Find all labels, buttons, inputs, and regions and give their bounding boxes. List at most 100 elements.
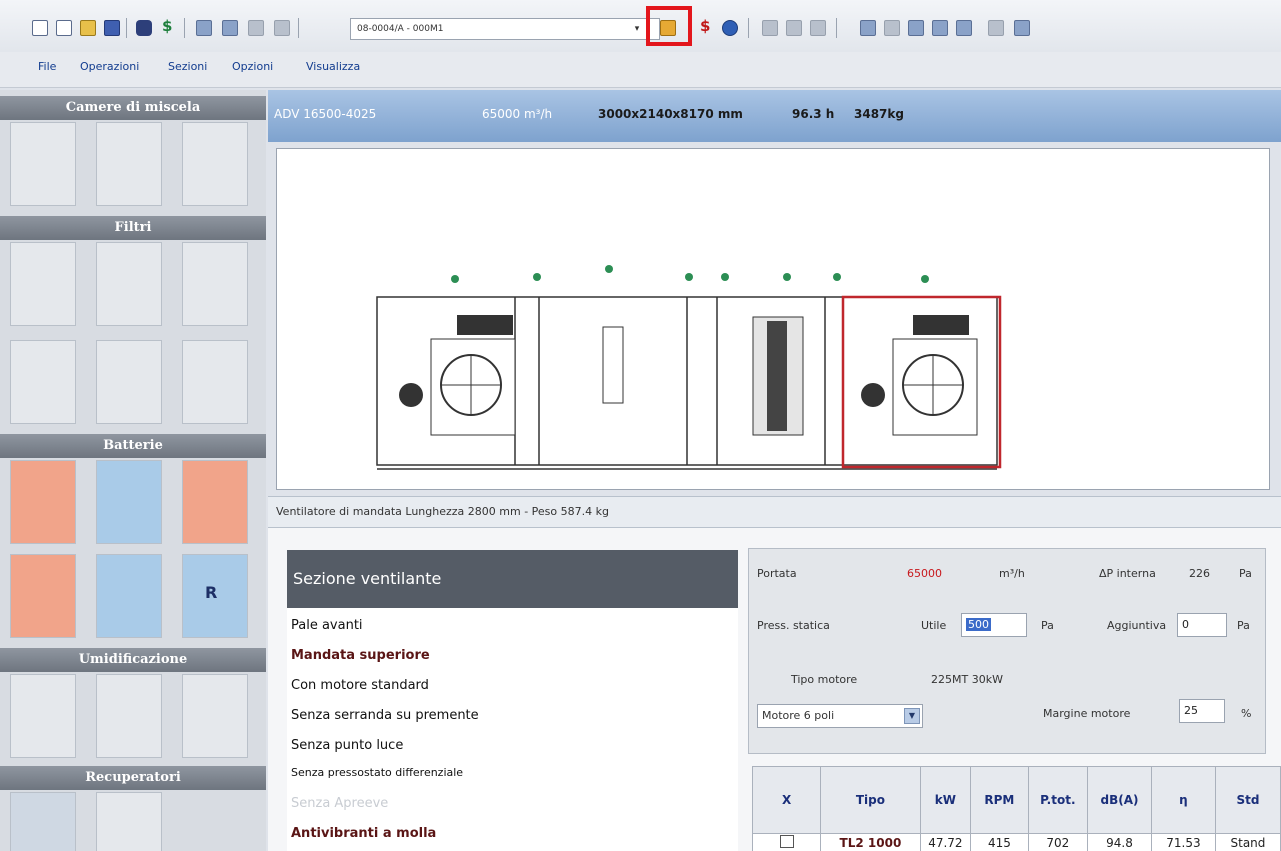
heating-coil-tile[interactable] <box>10 554 76 638</box>
cooling-coil-tile[interactable] <box>96 460 162 544</box>
recuperator-tile[interactable] <box>96 792 162 851</box>
electric-coil-tile[interactable] <box>182 460 248 544</box>
option-motore-standard[interactable]: Con motore standard <box>291 678 429 693</box>
project-combo[interactable]: 08-0004/A - 000M1 <box>350 18 660 40</box>
help-icon[interactable] <box>722 20 738 36</box>
portata-label: Portata <box>757 567 797 580</box>
reheat-coil-tile[interactable]: R <box>182 554 248 638</box>
option-serranda[interactable]: Senza serranda su premente <box>291 708 479 723</box>
humidifier-tile[interactable] <box>96 674 162 758</box>
option-punto-luce[interactable]: Senza punto luce <box>291 738 403 753</box>
unit-model: ADV 16500-4025 <box>274 107 377 121</box>
margine-label: Margine motore <box>1043 707 1131 720</box>
section-detail-text: Ventilatore di mandata Lunghezza 2800 mm… <box>276 505 609 518</box>
portata-value: 65000 <box>907 567 942 580</box>
col-header-tipo[interactable]: Tipo <box>820 766 921 834</box>
application-window: $ 08-0004/A - 000M1 ▾ $ File Operazioni … <box>0 0 1281 851</box>
new-document-icon[interactable] <box>32 20 48 36</box>
tool4-icon[interactable] <box>274 20 290 36</box>
binoculars-icon[interactable] <box>136 20 152 36</box>
heating-coil-tile[interactable] <box>10 460 76 544</box>
utile-input[interactable]: 500 <box>961 613 1027 637</box>
mixing-box-tile[interactable] <box>96 122 162 206</box>
utile-input-value: 500 <box>966 618 991 631</box>
cursor-icon[interactable] <box>988 20 1004 36</box>
col-header-kw[interactable]: kW <box>919 766 972 834</box>
save3-icon[interactable] <box>908 20 924 36</box>
fan-selection-table: X Tipo kW RPM P.tot. dB(A) η Std TL2 100… <box>751 766 1281 851</box>
redo-icon[interactable] <box>810 20 826 36</box>
copy-icon[interactable] <box>860 20 876 36</box>
humidifier-tile[interactable] <box>10 674 76 758</box>
supply-fan-right <box>861 315 978 436</box>
section-options-panel: Sezione ventilante Pale avanti Mandata s… <box>287 550 738 851</box>
stop-icon[interactable] <box>1014 20 1030 36</box>
filter-tile[interactable] <box>96 340 162 424</box>
price-dollar-icon[interactable]: $ <box>700 17 716 35</box>
aggiuntiva-unit: Pa <box>1237 619 1250 632</box>
supply-fan-left <box>399 315 516 436</box>
col-header-rpm[interactable]: RPM <box>970 766 1029 834</box>
connection-markers <box>451 265 929 283</box>
filter-tile[interactable] <box>182 340 248 424</box>
filter-tile[interactable] <box>10 242 76 326</box>
col-header-ptot[interactable]: P.tot. <box>1027 766 1089 834</box>
unit-drawing-area[interactable] <box>276 148 1270 490</box>
option-pressostato[interactable]: Senza pressostato differenziale <box>291 766 463 779</box>
utile-label: Utile <box>921 619 947 632</box>
undo-icon[interactable] <box>786 20 802 36</box>
option-mandata-superiore[interactable]: Mandata superiore <box>291 648 430 663</box>
col-header-x[interactable]: X <box>751 766 822 834</box>
save2-icon[interactable] <box>762 20 778 36</box>
row-select-cell[interactable] <box>751 833 822 851</box>
option-apreeve: Senza Apreeve <box>291 796 389 811</box>
save-icon[interactable] <box>104 20 120 36</box>
wrench-icon[interactable] <box>884 20 900 36</box>
mixing-box-tile[interactable] <box>182 122 248 206</box>
col-header-eta[interactable]: η <box>1150 766 1216 834</box>
zoom-in-icon[interactable] <box>932 20 948 36</box>
menu-sezioni[interactable]: Sezioni <box>168 60 207 73</box>
menu-operazioni[interactable]: Operazioni <box>80 60 139 73</box>
toolbar-separator <box>298 18 299 38</box>
humidifier-tile[interactable] <box>182 674 248 758</box>
col-header-db[interactable]: dB(A) <box>1087 766 1152 834</box>
utile-unit: Pa <box>1041 619 1054 632</box>
open-folder-icon[interactable] <box>80 20 96 36</box>
recuperator-tile[interactable] <box>10 792 76 851</box>
palette-header-filters: Filtri <box>0 216 266 240</box>
table-row[interactable]: TL2 1000 47.72 415 702 94.8 71.53 Stand <box>751 833 1281 851</box>
dollar-icon[interactable]: $ <box>162 17 178 35</box>
menu-opzioni[interactable]: Opzioni <box>232 60 273 73</box>
mixing-box-tile[interactable] <box>10 122 76 206</box>
press-statica-label: Press. statica <box>757 619 830 632</box>
zoom-out-icon[interactable] <box>956 20 972 36</box>
option-pale-avanti[interactable]: Pale avanti <box>291 618 363 633</box>
tool-icon[interactable] <box>196 20 212 36</box>
filter-tile[interactable] <box>182 242 248 326</box>
highlight-box <box>646 6 692 46</box>
motor-select[interactable]: Motore 6 poli ▼ <box>757 704 923 728</box>
ahu-schematic <box>376 265 1002 470</box>
chevron-down-icon[interactable]: ▾ <box>628 18 646 40</box>
aggiuntiva-input[interactable]: 0 <box>1177 613 1227 637</box>
filter-tile[interactable] <box>10 340 76 424</box>
row-checkbox[interactable] <box>779 834 794 848</box>
toolbar-separator <box>836 18 837 38</box>
chevron-down-icon: ▼ <box>904 708 920 724</box>
component-palette: Camere di miscela Filtri Batterie R Umid… <box>0 90 266 851</box>
option-antivibranti[interactable]: Antivibranti a molla <box>291 826 436 841</box>
cooling-coil-tile[interactable] <box>96 554 162 638</box>
tool3-icon[interactable] <box>248 20 264 36</box>
unit-dimensions: 3000x2140x8170 mm <box>598 107 743 121</box>
coil-block <box>767 321 787 431</box>
filter-bank <box>602 326 624 404</box>
menu-visualizza[interactable]: Visualizza <box>306 60 360 73</box>
col-header-std[interactable]: Std <box>1214 766 1281 834</box>
menu-file[interactable]: File <box>38 60 56 73</box>
document-icon[interactable] <box>56 20 72 36</box>
margine-input[interactable]: 25 <box>1179 699 1225 723</box>
dp-interna-unit: Pa <box>1239 567 1252 580</box>
filter-tile[interactable] <box>96 242 162 326</box>
tool2-icon[interactable] <box>222 20 238 36</box>
